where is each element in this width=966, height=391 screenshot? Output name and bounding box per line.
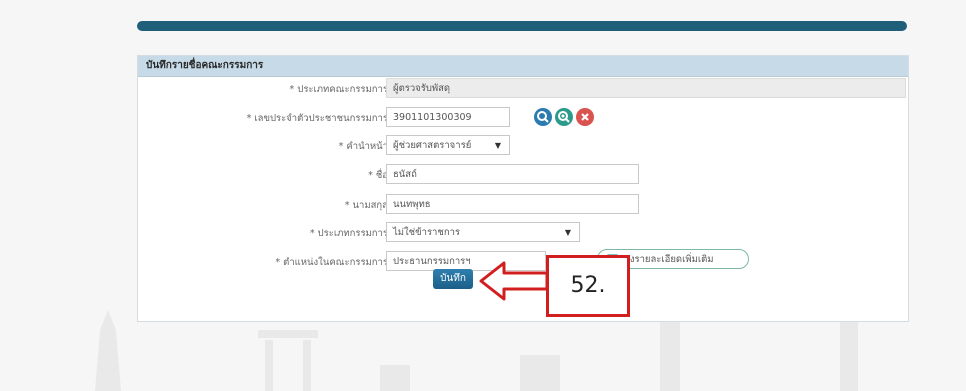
step-annotation: 52. xyxy=(546,255,630,317)
prefix-value: ผู้ช่วยศาสตราจารย์ xyxy=(393,140,472,151)
last-name-row: * นามสกุล นนทพุทธ xyxy=(138,194,908,216)
member-type-select[interactable]: ไม่ใช่ข้าราชการ ▼ xyxy=(386,222,580,242)
committee-type-label: * ประเภทคณะกรรมการ xyxy=(289,84,388,95)
last-name-input[interactable]: นนทพุทธ xyxy=(386,194,639,214)
zoom-search-icon[interactable] xyxy=(555,108,573,126)
save-button[interactable]: บันทึก xyxy=(433,269,473,289)
member-type-label: * ประเภทกรรมการ xyxy=(309,228,388,239)
citizen-id-row: * เลขประจำตัวประชาชนกรรมการ 390110130030… xyxy=(138,107,908,129)
search-icon[interactable] xyxy=(534,108,552,126)
citizen-id-label: * เลขประจำตัวประชาชนกรรมการ xyxy=(246,113,388,124)
prefix-row: * คำนำหน้า ผู้ช่วยศาสตราจารย์ ▼ xyxy=(138,135,908,157)
header-bar xyxy=(137,21,907,31)
chevron-down-icon: ▼ xyxy=(564,228,571,237)
chevron-down-icon: ▼ xyxy=(494,141,501,150)
member-type-value: ไม่ใช่ข้าราชการ xyxy=(393,227,461,238)
annotation-arrow xyxy=(479,261,549,301)
add-details-label: ลงรายละเอียดเพิ่มเติม xyxy=(624,254,714,265)
committee-type-row: * ประเภทคณะกรรมการ ผู้ตรวจรับพัสดุ xyxy=(138,78,908,100)
committee-type-field: ผู้ตรวจรับพัสดุ xyxy=(386,78,906,98)
position-label: * ตำแหน่งในคณะกรรมการ xyxy=(275,257,388,268)
clear-icon[interactable] xyxy=(576,108,594,126)
first-name-label: * ชื่อ xyxy=(368,170,388,181)
prefix-select[interactable]: ผู้ช่วยศาสตราจารย์ ▼ xyxy=(386,135,510,155)
prefix-label: * คำนำหน้า xyxy=(338,141,388,152)
first-name-input[interactable]: ธนัสถ์ xyxy=(386,164,639,184)
last-name-label: * นามสกุล xyxy=(344,200,388,211)
member-type-row: * ประเภทกรรมการ ไม่ใช่ข้าราชการ ▼ xyxy=(138,222,908,244)
panel-title: บันทึกรายชื่อคณะกรรมการ xyxy=(138,56,908,77)
first-name-row: * ชื่อ ธนัสถ์ xyxy=(138,164,908,186)
citizen-id-input[interactable]: 3901101300309 xyxy=(386,107,510,127)
